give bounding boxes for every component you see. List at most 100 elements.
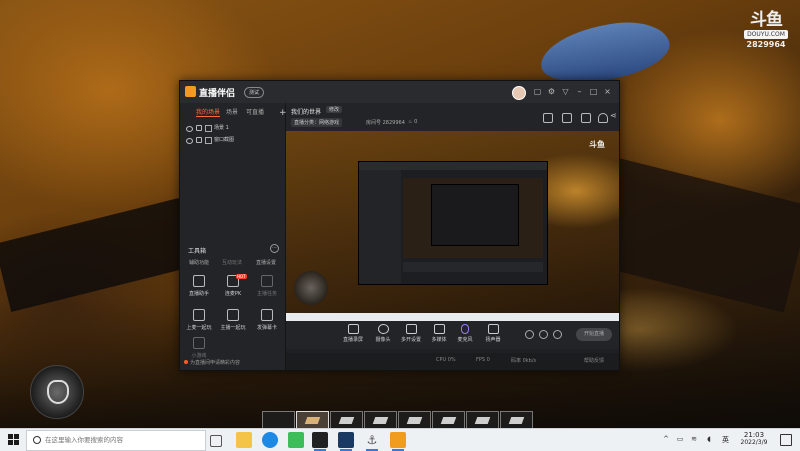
- control-label: 摄像头: [375, 337, 391, 343]
- notification-icon[interactable]: [780, 434, 792, 446]
- app-name: 直播伴侣: [199, 89, 236, 99]
- message-icon[interactable]: ▢: [533, 87, 542, 96]
- control-label: 扬声器: [485, 337, 501, 343]
- windows-start-icon[interactable]: [8, 434, 20, 446]
- bell-icon[interactable]: [598, 113, 608, 123]
- title-bar: 直播伴侣 测试 ▢ ⚙ ▽ – □ ×: [180, 81, 619, 103]
- clock-time: 21:03: [743, 431, 765, 439]
- microphone-button[interactable]: 麦克风: [452, 324, 478, 343]
- category-tag[interactable]: 直播分类：网络游戏: [291, 118, 343, 127]
- skin-icon[interactable]: ▽: [561, 87, 570, 96]
- screen-record-icon: [347, 324, 359, 334]
- avatar[interactable]: [512, 86, 526, 100]
- language-indicator[interactable]: 英: [722, 435, 729, 445]
- control-label: 直播录屏: [342, 337, 363, 343]
- steam-icon[interactable]: [338, 432, 354, 451]
- scene-item[interactable]: 窗口截图: [186, 136, 282, 146]
- speaker-button[interactable]: 扬声器: [480, 324, 506, 343]
- feedback-link[interactable]: 帮助反馈: [584, 357, 604, 364]
- minimize-icon[interactable]: –: [575, 87, 584, 96]
- system-clock[interactable]: 21:03 2022/3/9: [736, 431, 772, 446]
- tool-gamepad[interactable]: 上麦一起玩: [182, 309, 216, 339]
- streamer-emblem: [30, 365, 84, 419]
- tab-live[interactable]: 可直播: [246, 107, 264, 116]
- tool-danmaku-card[interactable]: 发弹幕卡: [250, 309, 284, 339]
- assistant-icon: [193, 275, 205, 287]
- scene-icon: [205, 125, 212, 132]
- room-id-value: 2829964: [382, 120, 405, 126]
- media-button[interactable]: 多媒体: [426, 324, 452, 343]
- wechat-icon[interactable]: [288, 432, 304, 448]
- tool-play-together[interactable]: 主播一起玩: [216, 309, 250, 339]
- tool-pk[interactable]: HOT 连麦PK: [216, 274, 250, 305]
- version-badge[interactable]: 测试: [244, 87, 265, 98]
- edit-title-button[interactable]: 修改: [326, 106, 343, 113]
- share-icon[interactable]: ⋖: [610, 111, 618, 120]
- stream-preview[interactable]: 斗鱼: [286, 131, 619, 321]
- tool-label: 上麦一起玩: [186, 325, 212, 331]
- multi-setting-button[interactable]: 多开设置: [398, 324, 424, 343]
- obs-icon[interactable]: [312, 432, 328, 451]
- search-input[interactable]: [45, 434, 201, 446]
- taskbar-search[interactable]: [26, 430, 206, 451]
- speaker-icon: [487, 324, 499, 334]
- volume-icon[interactable]: ◖: [705, 435, 713, 443]
- fps-status: FPS 0: [476, 357, 490, 363]
- toolbox-title: 工具箱: [188, 248, 207, 255]
- douyu-logo: 斗鱼: [750, 10, 783, 30]
- lock-icon[interactable]: [196, 125, 202, 131]
- network-icon[interactable]: ▭: [676, 435, 684, 443]
- close-icon[interactable]: ×: [603, 87, 612, 96]
- tool-tab[interactable]: 互动玩法: [222, 259, 242, 266]
- camera-icon: [377, 324, 389, 334]
- tool-tab[interactable]: 辅助功能: [189, 259, 209, 266]
- app-logo-icon: [185, 86, 196, 97]
- douyu-room-id: 2829964: [746, 40, 786, 49]
- eye-icon[interactable]: [186, 138, 193, 144]
- preview-nested-window: [358, 161, 548, 285]
- hot-badge: HOT: [236, 274, 247, 279]
- notice-bar[interactable]: 为直播间申请精彩内容: [184, 359, 240, 366]
- start-live-button[interactable]: 开始直播: [576, 328, 612, 341]
- sidebar: 我的场景 场景 可直播 + 场景 1 窗口截图 工具箱 ⋯ 辅助功能 互动玩法 …: [180, 103, 287, 370]
- gift-icon[interactable]: [543, 113, 553, 123]
- lock-icon[interactable]: [196, 137, 202, 143]
- chevron-up-icon[interactable]: ^: [662, 435, 670, 443]
- tool-task[interactable]: 主播任务: [250, 275, 284, 305]
- more-icon[interactable]: ⋯: [270, 244, 279, 253]
- file-explorer-icon[interactable]: [236, 432, 252, 448]
- tool-label: 连麦PK: [224, 291, 242, 297]
- room-id-label: 房间号: [366, 120, 382, 126]
- live-header: 我们的世界 修改 直播分类：网络游戏 房间号 2829964 ♨ 0 ⋖: [286, 103, 619, 131]
- clock-date: 2022/3/9: [740, 439, 768, 446]
- tool-tab[interactable]: 直播设置: [256, 259, 276, 266]
- gear-icon[interactable]: [553, 330, 562, 339]
- task-view-icon[interactable]: [210, 435, 222, 447]
- room-title: 我们的世界: [291, 109, 322, 116]
- settings-icon[interactable]: [539, 330, 548, 339]
- edge-browser-icon[interactable]: [262, 432, 278, 448]
- record-icon[interactable]: [562, 113, 572, 123]
- tool-assistant[interactable]: 直播助手: [182, 275, 216, 305]
- live-companion-taskbar-icon[interactable]: [390, 432, 406, 451]
- scene-tabs: 我的场景 场景 可直播 +: [186, 107, 287, 118]
- save-icon[interactable]: [581, 113, 591, 123]
- tab-scene[interactable]: 场景: [226, 107, 238, 116]
- eye-icon[interactable]: [186, 126, 193, 132]
- status-bar: CPU 0% FPS 0 码率 0kb/s 帮助反馈: [286, 353, 619, 370]
- scene-item[interactable]: 场景 1: [186, 124, 282, 134]
- danmaku-card-icon: [261, 309, 273, 321]
- tool-label: 发弹幕卡: [256, 325, 277, 331]
- microphone-icon: [461, 324, 469, 334]
- record-video-icon[interactable]: [525, 330, 534, 339]
- media-icon: [433, 324, 445, 334]
- notice-icon: [184, 360, 188, 364]
- screen-record-button[interactable]: 直播录屏: [340, 324, 366, 343]
- anchor-icon[interactable]: ⚓: [364, 432, 380, 451]
- wifi-icon[interactable]: ≋: [690, 435, 698, 443]
- settings-icon[interactable]: ⚙: [547, 87, 556, 96]
- maximize-icon[interactable]: □: [589, 87, 598, 96]
- tab-my-scene[interactable]: 我的场景: [196, 107, 221, 117]
- preview-emblem: [294, 271, 328, 305]
- camera-button[interactable]: 摄像头: [370, 324, 396, 343]
